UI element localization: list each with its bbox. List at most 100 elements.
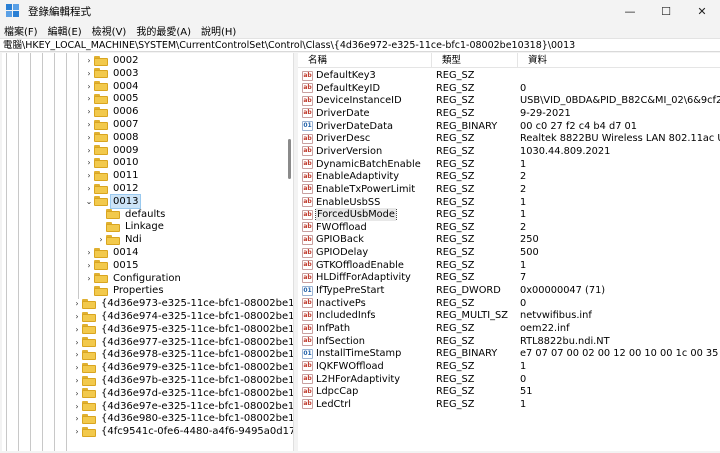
list-item[interactable]: ab IQKFWOffload REG_SZ 1 — [298, 360, 720, 373]
tree-item[interactable]: › {4d36e978-e325-11ce-bfc1-08002be10318} — [72, 348, 293, 361]
chevron-right-icon[interactable] — [96, 220, 106, 233]
tree-item[interactable]: › 0015 — [84, 259, 140, 272]
tree-item[interactable]: › {4d36e980-e325-11ce-bfc1-08002be10318} — [72, 412, 293, 425]
list-item[interactable]: ab DriverDesc REG_SZ Realtek 8822BU Wireles… — [298, 132, 720, 145]
tree-item[interactable]: › {4fc9541c-0fe6-4480-a4f6-9495a0d17cd2} — [72, 425, 293, 438]
tree-item[interactable]: ⌄ 0013 — [84, 193, 142, 209]
list-item[interactable]: ab LdpcCap REG_SZ 51 — [298, 385, 720, 398]
list-item[interactable]: ab GPIOBack REG_SZ 250 — [298, 233, 720, 246]
list-item[interactable]: 01 IfTypePreStart REG_DWORD 0x00000047 (71) — [298, 284, 720, 297]
menu-edit[interactable]: 編輯(E) — [48, 23, 82, 38]
list-item[interactable]: ab InfPath REG_SZ oem22.inf — [298, 322, 720, 335]
tree-item[interactable]: › 0003 — [84, 67, 140, 80]
tree-item[interactable]: › 0004 — [84, 80, 140, 93]
chevron-right-icon[interactable]: › — [84, 182, 94, 195]
menu-help[interactable]: 說明(H) — [201, 23, 236, 38]
list-item[interactable]: ab InfSection REG_SZ RTL8822bu.ndi.NT — [298, 335, 720, 348]
tree-item[interactable]: defaults — [96, 208, 167, 221]
tree-item[interactable]: › 0014 — [84, 246, 140, 259]
column-type-header[interactable]: 類型 — [432, 53, 518, 68]
tree-item[interactable]: › {4d36e977-e325-11ce-bfc1-08002be10318} — [72, 336, 293, 349]
tree-item[interactable]: › {4d36e979-e325-11ce-bfc1-08002be10318} — [72, 361, 293, 374]
chevron-right-icon[interactable]: › — [72, 387, 82, 400]
list-item[interactable]: ab EnableUsbSS REG_SZ 1 — [298, 196, 720, 209]
tree-item[interactable]: › {4d36e973-e325-11ce-bfc1-08002be10318} — [72, 297, 293, 310]
maximize-button[interactable]: ☐ — [648, 0, 684, 22]
chevron-right-icon[interactable]: › — [72, 361, 82, 374]
chevron-right-icon[interactable]: › — [72, 374, 82, 387]
list-item[interactable]: ab L2HForAdaptivity REG_SZ 0 — [298, 373, 720, 386]
tree-item[interactable]: › 0006 — [84, 105, 140, 118]
list-item[interactable]: ab InactivePs REG_SZ 0 — [298, 297, 720, 310]
address-bar[interactable]: 電腦\HKEY_LOCAL_MACHINE\SYSTEM\CurrentCont… — [0, 38, 720, 52]
tree-item[interactable]: › Ndi — [96, 233, 144, 246]
tree-item[interactable]: › 0007 — [84, 118, 140, 131]
list-item[interactable]: ab GTKOffloadEnable REG_SZ 1 — [298, 259, 720, 272]
list-item[interactable]: ab DeviceInstanceID REG_SZ USB\VID_0BDA&PID… — [298, 94, 720, 107]
values-list-pane[interactable]: 名稱 類型 資料 ab DefaultKey3 REG_SZ ab DefaultKey… — [298, 53, 720, 451]
list-item[interactable]: 01 DriverDateData REG_BINARY 00 c0 27 f2 c4… — [298, 120, 720, 133]
minimize-button[interactable]: — — [612, 0, 648, 22]
tree-item[interactable]: › {4d36e97e-e325-11ce-bfc1-08002be10318} — [72, 400, 293, 413]
chevron-right-icon[interactable]: › — [84, 272, 94, 285]
tree-item[interactable]: › 0005 — [84, 92, 140, 105]
menu-favorites[interactable]: 我的最愛(A) — [136, 23, 191, 38]
list-item[interactable]: ab EnableAdaptivity REG_SZ 2 — [298, 170, 720, 183]
tree-item[interactable]: › {4d36e975-e325-11ce-bfc1-08002be10318} — [72, 323, 293, 336]
chevron-right-icon[interactable]: › — [84, 144, 94, 157]
tree-item[interactable]: › {4d36e97b-e325-11ce-bfc1-08002be10318} — [72, 374, 293, 387]
list-item[interactable]: ab FWOffload REG_SZ 2 — [298, 221, 720, 234]
chevron-right-icon[interactable]: › — [72, 400, 82, 413]
list-item[interactable]: ab ForcedUsbMode REG_SZ 1 — [298, 208, 720, 222]
column-data-header[interactable]: 資料 — [518, 53, 720, 68]
list-item[interactable]: ab IncludedInfs REG_MULTI_SZ netvwifibus.in… — [298, 309, 720, 322]
list-item[interactable]: ab GPIODelay REG_SZ 500 — [298, 246, 720, 259]
list-item[interactable]: ab LedCtrl REG_SZ 1 — [298, 398, 720, 411]
tree-item[interactable]: › {4d36e974-e325-11ce-bfc1-08002be10318} — [72, 310, 293, 323]
chevron-right-icon[interactable]: › — [72, 336, 82, 349]
tree-item[interactable]: › 0002 — [84, 54, 140, 67]
chevron-right-icon[interactable]: › — [84, 80, 94, 93]
column-name-header[interactable]: 名稱 — [298, 53, 432, 68]
list-item[interactable]: ab EnableTxPowerLimit REG_SZ 2 — [298, 183, 720, 196]
chevron-right-icon[interactable]: › — [96, 233, 106, 246]
tree-scrollbar[interactable] — [286, 53, 292, 451]
chevron-right-icon[interactable]: › — [84, 105, 94, 118]
chevron-right-icon[interactable]: › — [72, 425, 82, 438]
list-item[interactable]: ab DefaultKeyID REG_SZ 0 — [298, 82, 720, 95]
tree-item[interactable]: › 0009 — [84, 144, 140, 157]
chevron-right-icon[interactable]: › — [72, 348, 82, 361]
chevron-right-icon[interactable] — [84, 284, 94, 297]
chevron-right-icon[interactable]: › — [72, 412, 82, 425]
tree-item[interactable]: Properties — [84, 284, 166, 297]
list-item[interactable]: 01 InstallTimeStamp REG_BINARY e7 07 07 00 … — [298, 347, 720, 360]
list-item[interactable]: ab HLDiffForAdaptivity REG_SZ 7 — [298, 271, 720, 284]
chevron-right-icon[interactable]: › — [84, 169, 94, 182]
tree-item[interactable]: › 0010 — [84, 156, 140, 169]
menu-view[interactable]: 檢視(V) — [92, 23, 127, 38]
list-item[interactable]: ab DefaultKey3 REG_SZ — [298, 69, 720, 82]
chevron-right-icon[interactable]: › — [84, 118, 94, 131]
chevron-right-icon[interactable]: › — [84, 92, 94, 105]
chevron-right-icon[interactable]: › — [84, 259, 94, 272]
menu-file[interactable]: 檔案(F) — [4, 23, 38, 38]
chevron-right-icon[interactable]: › — [72, 310, 82, 323]
chevron-right-icon[interactable]: › — [72, 297, 82, 310]
chevron-right-icon[interactable]: › — [84, 131, 94, 144]
key-tree-pane[interactable]: › 0002 › 0003 › 0004 › 0005 › 0006 › 0007 › 0008 › 0009… — [2, 53, 294, 451]
list-item[interactable]: ab DynamicBatchEnable REG_SZ 1 — [298, 158, 720, 171]
tree-scrollbar-thumb[interactable] — [288, 139, 291, 179]
chevron-right-icon[interactable]: › — [84, 67, 94, 80]
tree-item[interactable]: › 0011 — [84, 169, 140, 182]
chevron-right-icon[interactable] — [96, 208, 106, 221]
tree-item[interactable]: Linkage — [96, 220, 166, 233]
tree-item[interactable]: › Configuration — [84, 272, 183, 285]
chevron-right-icon[interactable]: › — [84, 54, 94, 67]
list-item[interactable]: ab DriverDate REG_SZ 9-29-2021 — [298, 107, 720, 120]
list-item[interactable]: ab DriverVersion REG_SZ 1030.44.809.2021 — [298, 145, 720, 158]
tree-item[interactable]: › {4d36e97d-e325-11ce-bfc1-08002be10318} — [72, 387, 293, 400]
chevron-right-icon[interactable]: › — [84, 156, 94, 169]
chevron-right-icon[interactable]: › — [84, 246, 94, 259]
close-button[interactable]: ✕ — [684, 0, 720, 22]
chevron-down-icon[interactable]: ⌄ — [84, 195, 94, 208]
